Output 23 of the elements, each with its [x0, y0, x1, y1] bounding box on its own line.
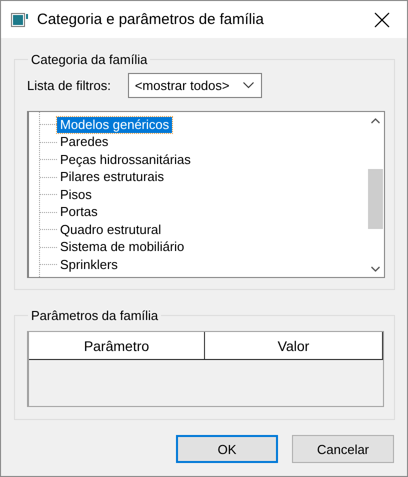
- close-icon[interactable]: [374, 12, 390, 28]
- scroll-up-icon[interactable]: [371, 118, 380, 124]
- cancel-button[interactable]: Cancelar: [292, 435, 394, 463]
- tree-item[interactable]: Peças hidrossanitárias: [57, 152, 194, 168]
- column-header[interactable]: Parâmetro: [29, 332, 205, 359]
- tree-item[interactable]: Modelos genéricos: [57, 116, 172, 133]
- tree-item[interactable]: Sistema de mobiliário: [57, 239, 188, 256]
- app-icon: [11, 12, 29, 26]
- ok-button[interactable]: OK: [176, 435, 278, 463]
- tree-item[interactable]: Quadro estrutural: [57, 222, 164, 238]
- tree-item[interactable]: Paredes: [57, 134, 112, 150]
- group-title: Parâmetros da família: [30, 308, 160, 323]
- scroll-down-icon[interactable]: [371, 266, 380, 272]
- tree-item[interactable]: Sprinklers: [57, 256, 121, 273]
- column-header[interactable]: Valor: [205, 332, 383, 359]
- tree-item[interactable]: Pilares estruturais: [57, 169, 168, 186]
- tree-item[interactable]: Pisos: [57, 186, 95, 203]
- group-title: Categoria da família: [30, 52, 148, 67]
- window-title: Categoria e parâmetros de família: [37, 11, 265, 28]
- filter-label: Lista de filtros:: [27, 78, 111, 93]
- chevron-down-icon[interactable]: [242, 82, 254, 89]
- tree-item[interactable]: Portas: [57, 204, 101, 220]
- filter-dropdown[interactable]: <mostrar todos>: [128, 73, 262, 98]
